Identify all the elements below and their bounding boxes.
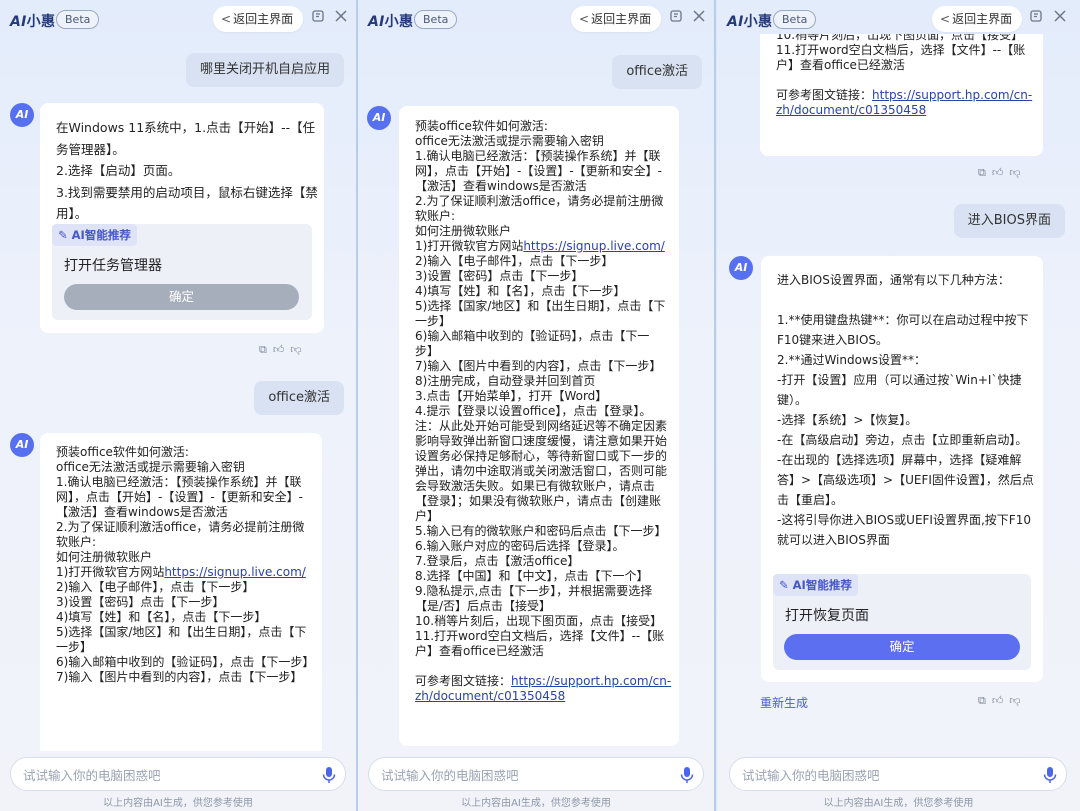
chat-input[interactable] (368, 757, 704, 791)
brand-logo: AI小惠 (368, 14, 414, 30)
chat-panel-1: AI小惠 Beta < 返回主界面 哪里关闭开机自启应用 AI 在Windows … (0, 0, 356, 811)
signup-link[interactable]: https://signup.live.com/ (164, 565, 306, 579)
chevron-left-icon: < (579, 12, 590, 26)
conversation-area[interactable]: 9.隐私提示,点击【下一步】，并根据需要选择【是/否】后点击【接受】 10.稍等… (717, 34, 1080, 751)
thumbs-up-icon[interactable]: 👍︎ (273, 343, 291, 356)
copy-icon[interactable]: ⧉ (978, 166, 992, 179)
beta-badge: Beta (773, 10, 817, 29)
feedback-bar: ⧉👍︎👎︎ (978, 166, 1027, 180)
ai-recommend-tag: ✎ AI智能推荐 (52, 224, 137, 246)
thumbs-down-icon[interactable]: 👎︎ (1009, 166, 1026, 179)
bookmark-icon[interactable] (1027, 9, 1045, 27)
sparkle-icon: ✎ (779, 578, 793, 592)
close-icon[interactable] (332, 9, 350, 27)
close-icon[interactable] (690, 9, 708, 27)
panel-header: AI小惠 Beta < 返回主界面 (358, 0, 714, 40)
ai-message-text: 在Windows 11系统中，1.点击【开始】--【任务管理器】。 2.选择【启… (56, 120, 318, 221)
conversation-area[interactable]: 哪里关闭开机自启应用 AI 在Windows 11系统中，1.点击【开始】--【… (0, 40, 356, 751)
ai-avatar: AI (729, 256, 753, 280)
disclaimer: 以上内容由AI生成，供您参考使用 (461, 798, 611, 809)
ai-message-text: 预装office软件如何激活: office无法激活或提示需要输入密钥 1.确认… (415, 119, 672, 703)
brand-logo: AI小惠 (10, 14, 56, 30)
ai-message: 在Windows 11系统中，1.点击【开始】--【任务管理器】。 2.选择【启… (40, 103, 324, 333)
user-message: office激活 (612, 55, 702, 89)
ai-message: 9.隐私提示,点击【下一步】，并根据需要选择【是/否】后点击【接受】 10.稍等… (760, 34, 1043, 156)
sparkle-icon: ✎ (58, 228, 72, 242)
chat-panel-2: AI小惠 Beta < 返回主界面 office激活 AI 预装office软件如… (358, 0, 714, 811)
confirm-button[interactable]: 确定 (64, 284, 299, 310)
ai-message-text: 9.隐私提示,点击【下一步】，并根据需要选择【是/否】后点击【接受】 10.稍等… (776, 34, 1033, 117)
ai-recommendation-card: ✎ AI智能推荐 打开恢复页面 确定 (773, 574, 1031, 670)
thumbs-down-icon[interactable]: 👎︎ (1009, 694, 1026, 707)
ai-message-text: 预装office软件如何激活: office无法激活或提示需要输入密钥 1.确认… (56, 445, 315, 684)
brand-logo: AI小惠 (727, 14, 773, 30)
ai-recommend-tag: ✎ AI智能推荐 (773, 574, 858, 596)
mic-icon[interactable] (319, 765, 339, 785)
thumbs-up-icon[interactable]: 👍︎ (992, 166, 1010, 179)
mic-icon[interactable] (1040, 765, 1060, 785)
back-to-main-button[interactable]: < 返回主界面 (213, 6, 304, 32)
signup-link[interactable]: https://signup.live.com/ (523, 239, 665, 253)
ai-message: 预装office软件如何激活: office无法激活或提示需要输入密钥 1.确认… (40, 433, 322, 751)
ai-recommendation-card: ✎ AI智能推荐 打开任务管理器 确定 (52, 224, 312, 320)
chevron-left-icon: < (221, 12, 232, 26)
ai-avatar: AI (367, 106, 391, 130)
ai-avatar: AI (10, 433, 34, 457)
beta-badge: Beta (56, 10, 100, 29)
bookmark-icon[interactable] (309, 9, 327, 27)
beta-badge: Beta (414, 10, 458, 29)
thumbs-up-icon[interactable]: 👍︎ (992, 694, 1010, 707)
disclaimer: 以上内容由AI生成，供您参考使用 (103, 798, 253, 809)
thumbs-down-icon[interactable]: 👎︎ (290, 343, 307, 356)
feedback-bar: ⧉👍︎👎︎ (978, 694, 1027, 708)
feedback-bar: ⧉👍︎👎︎ (259, 343, 308, 357)
regenerate-button[interactable]: 重新生成 (760, 694, 808, 711)
copy-icon[interactable]: ⧉ (978, 694, 992, 707)
user-message: office激活 (254, 381, 344, 415)
close-icon[interactable] (1051, 9, 1069, 27)
chevron-left-icon: < (940, 12, 951, 26)
chat-input-field[interactable] (23, 765, 283, 785)
disclaimer: 以上内容由AI生成，供您参考使用 (823, 798, 974, 809)
ai-message: 预装office软件如何激活: office无法激活或提示需要输入密钥 1.确认… (399, 106, 679, 746)
chat-input-field[interactable] (381, 765, 641, 785)
recommendation-title: 打开恢复页面 (785, 608, 869, 624)
user-message: 哪里关闭开机自启应用 (185, 53, 344, 87)
panel-divider (714, 0, 716, 811)
copy-icon[interactable]: ⧉ (259, 343, 273, 356)
ai-avatar: AI (10, 103, 34, 127)
chat-input-field[interactable] (742, 765, 1002, 785)
panel-header: AI小惠 Beta < 返回主界面 (0, 0, 356, 40)
conversation-area[interactable]: office激活 AI 预装office软件如何激活: office无法激活或提… (358, 40, 714, 751)
back-to-main-button[interactable]: < 返回主界面 (932, 6, 1023, 32)
bookmark-icon[interactable] (667, 9, 685, 27)
chat-input[interactable] (729, 757, 1067, 791)
ai-message-text: 进入BIOS设置界面，通常有以下几种方法： 1.**使用键盘热键**：你可以在启… (777, 273, 1034, 547)
chat-input[interactable] (10, 757, 346, 791)
mic-icon[interactable] (677, 765, 697, 785)
ai-message: 进入BIOS设置界面，通常有以下几种方法： 1.**使用键盘热键**：你可以在启… (761, 256, 1043, 682)
confirm-button[interactable]: 确定 (784, 634, 1020, 660)
user-message: 进入BIOS界面 (953, 204, 1065, 238)
back-to-main-button[interactable]: < 返回主界面 (571, 6, 662, 32)
recommendation-title: 打开任务管理器 (64, 258, 162, 274)
chat-panel-3: AI小惠 Beta <返回主界面 9.隐私提示,点击【下一步】，并根据需要选择【… (717, 0, 1080, 811)
